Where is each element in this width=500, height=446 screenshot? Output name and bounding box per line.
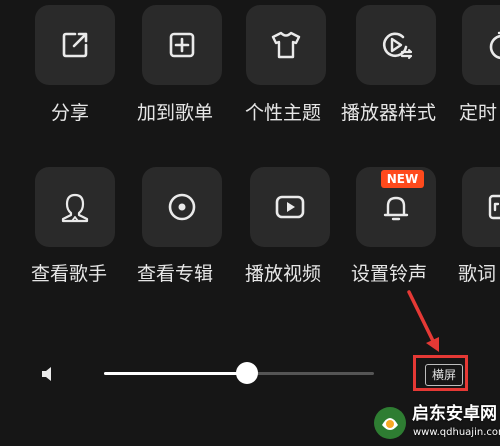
lyrics-label: 歌词: [458, 263, 497, 285]
add-to-playlist-icon: [169, 32, 195, 58]
volume-slider[interactable]: [104, 362, 374, 384]
view-singer-label: 查看歌手: [31, 263, 108, 285]
singer-icon: [61, 193, 89, 223]
theme-label: 个性主题: [245, 102, 322, 124]
play-video-button[interactable]: [250, 167, 330, 247]
watermark-title: 启东安卓网: [412, 404, 497, 424]
lyrics-icon: [488, 194, 500, 220]
pointer-arrow-icon: [407, 290, 439, 352]
volume-icon: [42, 367, 51, 381]
volume-slider-thumb[interactable]: [236, 362, 258, 384]
share-button[interactable]: [35, 5, 115, 85]
player-more-menu: 分享 加到歌单 个性主题 播放器样式 定时 查看歌手 查看专辑 播放视频 NEW…: [0, 0, 500, 446]
watermark-logo-icon: [374, 407, 406, 439]
add-to-playlist-label: 加到歌单: [137, 102, 214, 124]
lyrics-button[interactable]: [462, 167, 500, 247]
view-singer-button[interactable]: [35, 167, 115, 247]
view-album-button[interactable]: [142, 167, 222, 247]
timer-label: 定时: [459, 102, 498, 124]
player-style-icon: [382, 32, 413, 59]
theme-button[interactable]: [246, 5, 326, 85]
highlight-box: [413, 355, 468, 391]
ringtone-bell-icon: [383, 196, 409, 221]
volume-slider-fill: [104, 372, 247, 375]
set-ringtone-label: 设置铃声: [351, 263, 428, 285]
share-label: 分享: [51, 102, 90, 124]
add-to-playlist-button[interactable]: [142, 5, 222, 85]
watermark-url: www.qdhuajin.com: [413, 427, 500, 438]
watermark: 启东安卓网 www.qdhuajin.com: [372, 403, 500, 446]
play-video-label: 播放视频: [245, 263, 322, 285]
theme-shirt-icon: [271, 31, 301, 59]
video-play-icon: [275, 195, 305, 219]
timer-button[interactable]: [462, 5, 500, 85]
share-icon: [62, 32, 88, 58]
view-album-label: 查看专辑: [137, 263, 214, 285]
album-icon: [168, 193, 196, 221]
player-style-label: 播放器样式: [341, 102, 437, 124]
timer-icon: [489, 31, 500, 60]
player-style-button[interactable]: [356, 5, 436, 85]
new-badge: NEW: [381, 170, 424, 188]
